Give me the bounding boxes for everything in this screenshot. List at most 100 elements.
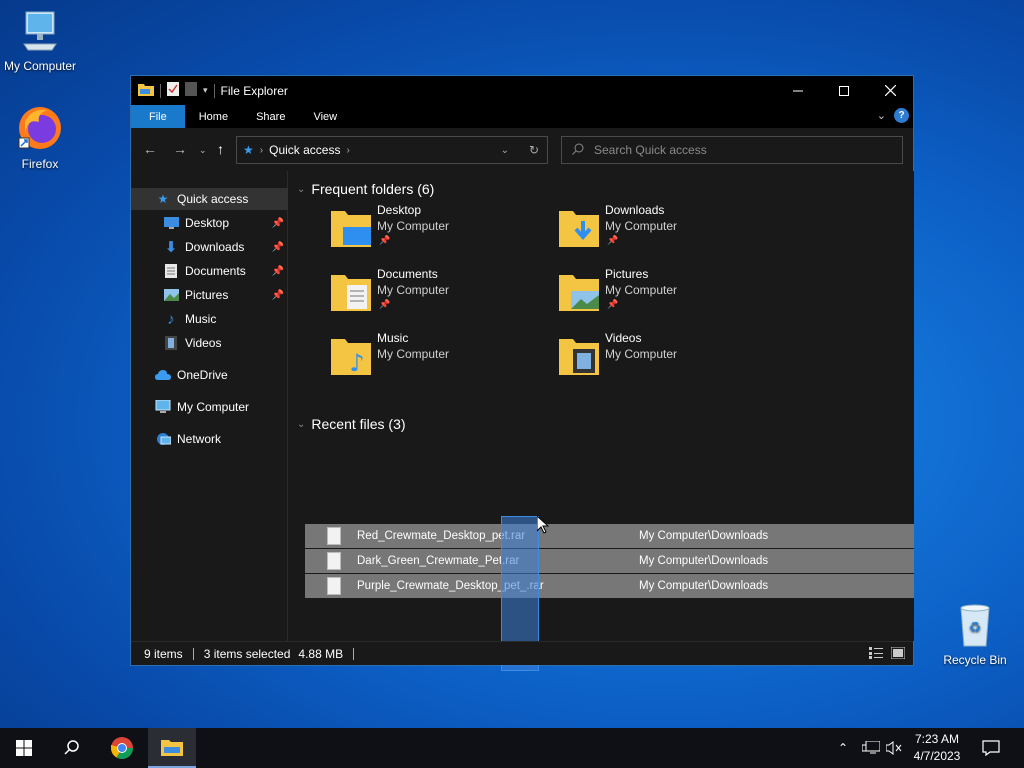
up-arrow-icon[interactable]: ↑ [217,141,224,157]
frequent-folders-header[interactable]: ⌄ Frequent folders (6) [297,181,434,197]
table-row[interactable]: Dark_Green_Crewmate_Pet.rar My Computer\… [305,549,914,574]
svg-text:♪: ♪ [349,349,364,375]
file-icon [327,577,341,595]
sidebar-item-pictures[interactable]: Pictures 📌 [131,284,288,306]
quick-access-toolbar: ▾ [131,82,215,99]
table-row[interactable]: Red_Crewmate_Desktop_pet.rar My Computer… [305,524,914,549]
large-icons-view-icon[interactable] [890,646,906,662]
desktop-icon-recycle-bin[interactable]: ♻ Recycle Bin [935,602,1015,667]
pin-icon: 📌 [607,299,619,309]
sidebar-item-videos[interactable]: Videos [131,332,288,354]
recycle-bin-icon: ♻ [935,602,1015,651]
desktop-icon-my-computer[interactable]: My Computer [0,10,80,73]
desktop-icon-firefox[interactable]: Firefox [0,104,80,171]
file-icon [327,527,341,545]
content-pane: ⌄ Frequent folders (6) Desktop My Comput… [289,171,914,671]
sidebar-item-quick-access[interactable]: ★ Quick access [131,188,288,210]
pin-icon: 📌 [379,235,391,245]
desktop-icon-label: Firefox [21,157,59,171]
sidebar-item-documents[interactable]: Documents 📌 [131,260,288,282]
file-icon [327,552,341,570]
forward-arrow-icon[interactable]: → [173,141,187,157]
expand-ribbon-icon[interactable]: ⌄ [877,109,886,122]
sidebar-item-onedrive[interactable]: OneDrive [131,364,288,386]
ribbon-tabs: File Home Share View ⌄ ? [131,105,913,128]
breadcrumb-chevron-icon: › [259,144,264,156]
details-view-icon[interactable] [869,647,883,662]
address-dropdown-icon[interactable]: ⌄ [501,145,509,156]
system-clock[interactable]: 7:23 AM 4/7/2023 [905,731,969,765]
refresh-icon[interactable]: ↻ [529,143,539,157]
network-tray-icon[interactable] [862,728,880,768]
download-arrow-icon: ⬇ [164,239,178,256]
action-center-button[interactable] [982,728,1000,768]
recent-files-header[interactable]: ⌄ Recent files (3) [297,416,406,432]
search-placeholder: Search Quick access [594,143,707,157]
computer-icon [0,10,80,57]
folder-tile-desktop[interactable]: Desktop My Computer 📌 [331,203,551,255]
sidebar-item-music[interactable]: ♪ Music [131,308,288,330]
pin-icon: 📌 [271,265,284,277]
quick-access-star-icon: ★ [243,143,254,157]
title-bar[interactable]: ▾ File Explorer [131,76,913,105]
firefox-icon [0,104,80,155]
show-hidden-icons-button[interactable]: ⌃ [838,728,848,768]
address-bar[interactable]: ★ › Quick access › ⌄ ↻ [236,136,548,164]
minimize-button[interactable] [775,76,821,105]
tab-share[interactable]: Share [242,105,299,128]
recent-locations-chevron-icon[interactable]: ⌄ [199,145,207,156]
sidebar-item-label: My Computer [177,400,250,414]
sidebar-item-label: Documents [185,264,246,278]
desktop-icon-label: My Computer [3,59,77,73]
maximize-button[interactable] [821,76,867,105]
volume-tray-icon[interactable] [886,728,902,768]
new-folder-icon[interactable] [185,82,197,99]
folder-tile-music[interactable]: ♪ Music My Computer [331,331,551,383]
pin-icon: 📌 [271,241,284,253]
status-bar: 9 items 3 items selected 4.88 MB [131,641,913,665]
customize-toolbar-icon[interactable]: ▾ [203,85,208,96]
sidebar-item-desktop[interactable]: Desktop 📌 [131,212,288,234]
windows-logo-icon [16,740,32,756]
chrome-taskbar-button[interactable] [98,728,146,768]
properties-icon[interactable] [167,82,179,99]
sidebar-item-label: OneDrive [177,368,228,382]
sidebar-item-label: Pictures [185,288,229,302]
search-input[interactable]: Search Quick access [561,136,903,164]
computer-icon [155,399,171,415]
chevron-up-icon: ⌃ [838,741,849,755]
clock-date: 4/7/2023 [913,749,961,763]
folder-tile-documents[interactable]: Documents My Computer 📌 [331,267,551,319]
folder-tile-videos[interactable]: Videos My Computer [559,331,779,383]
file-name: Red_Crewmate_Desktop_pet.rar [357,530,526,542]
start-button[interactable] [0,728,48,768]
chrome-icon [111,737,133,759]
tab-view[interactable]: View [299,105,351,128]
table-row[interactable]: Purple_Crewmate_Desktop_pet_.rar My Comp… [305,574,914,599]
folder-icon [161,740,183,756]
sidebar-item-my-computer[interactable]: My Computer [131,396,288,418]
breadcrumb-chevron-icon[interactable]: › [346,145,349,156]
back-arrow-icon[interactable]: ← [143,141,157,157]
pictures-folder-icon [559,271,599,314]
close-button[interactable] [867,76,913,105]
folder-location: My Computer [377,283,450,297]
folder-tile-downloads[interactable]: Downloads My Computer 📌 [559,203,779,255]
sidebar-item-downloads[interactable]: ⬇ Downloads 📌 [131,236,288,258]
breadcrumb-location[interactable]: Quick access [269,143,340,157]
sidebar-item-label: Network [177,432,222,446]
sidebar-item-network[interactable]: Network [131,428,288,450]
folder-location: My Computer [605,283,678,297]
group-title: Frequent folders (6) [311,181,435,197]
folder-name: Documents [377,267,438,281]
mouse-cursor-icon [536,514,550,537]
folder-tile-pictures[interactable]: Pictures My Computer 📌 [559,267,779,319]
search-icon [572,143,584,158]
file-explorer-taskbar-button[interactable] [148,728,196,768]
tab-file[interactable]: File [131,105,185,128]
search-button[interactable] [48,728,96,768]
help-button[interactable]: ? [894,108,909,123]
folder-app-icon [138,82,154,99]
documents-folder-icon [331,271,371,314]
tab-home[interactable]: Home [185,105,242,128]
